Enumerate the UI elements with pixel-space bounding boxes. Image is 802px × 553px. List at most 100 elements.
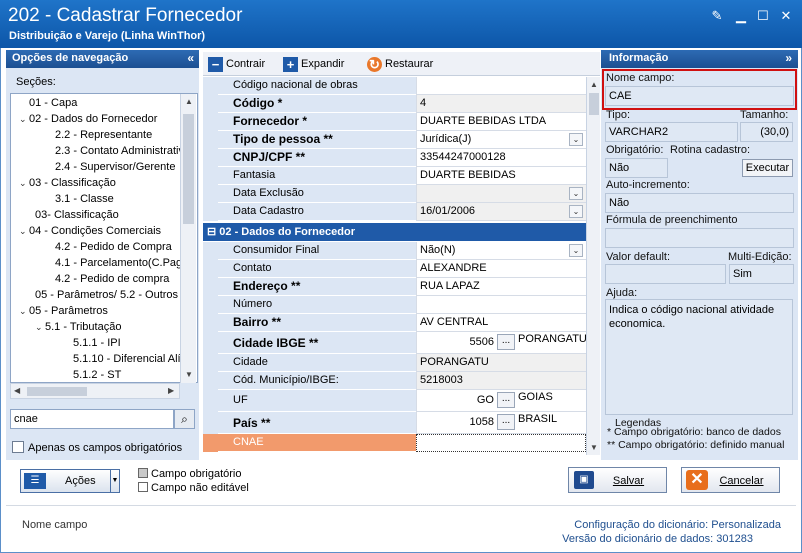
scroll-left-icon[interactable]: ◀: [14, 386, 20, 395]
collapse-panel-icon[interactable]: «: [187, 51, 194, 65]
only-required-checkbox[interactable]: Apenas os campos obrigatórios: [12, 441, 182, 454]
scroll-up-icon[interactable]: ▲: [185, 97, 193, 106]
restore-button[interactable]: ↻ Restaurar: [367, 56, 433, 72]
chevron-down-icon[interactable]: ⌄: [569, 133, 583, 146]
expand-button[interactable]: + Expandir: [283, 56, 344, 72]
scroll-right-icon[interactable]: ▶: [168, 386, 174, 395]
lookup-button[interactable]: ...: [497, 414, 515, 430]
window-subtitle: Distribuição e Varejo (Linha WinThor): [9, 30, 206, 42]
tree-item[interactable]: 5.1.1 - IPI: [63, 335, 121, 351]
minimize-icon[interactable]: ▁: [733, 8, 749, 24]
tree-item[interactable]: 05 - Parâmetros/ 5.2 - Outros: [25, 287, 178, 303]
grid-row[interactable]: Data Cadastro 16/01/2006 ⌄: [203, 203, 586, 221]
grid-row[interactable]: UF GO ... GOIAS: [203, 390, 586, 412]
close-icon[interactable]: ✕: [778, 8, 794, 24]
city-ibge-field[interactable]: 5506 ... PORANGATU: [416, 332, 586, 354]
grid-row-selected[interactable]: CNAE: [203, 434, 586, 452]
search-icon[interactable]: ⌕: [174, 409, 195, 429]
autoincrement-value: Não: [605, 193, 794, 213]
tree-horizontal-scrollbar[interactable]: ◀ ▶: [10, 383, 180, 399]
grid-row[interactable]: Consumidor Final Não(N) ⌄: [203, 242, 586, 260]
autoincrement-label: Auto-incremento:: [606, 179, 690, 191]
tree-item[interactable]: ⌄ 03 - Classificação: [19, 175, 116, 191]
expand-toggle-icon[interactable]: ⌄: [19, 175, 29, 191]
register-date-field[interactable]: 16/01/2006 ⌄: [416, 203, 586, 221]
scroll-up-icon[interactable]: ▲: [590, 80, 598, 89]
property-grid: Código nacional de obras Código * 4 Forne…: [203, 77, 586, 455]
sections-tree[interactable]: 01 - Capa ⌄ 02 - Dados do Fornecedor 2.2 …: [10, 93, 198, 383]
scroll-thumb[interactable]: [183, 114, 194, 224]
edit-window-icon[interactable]: ✎: [709, 8, 725, 24]
collapse-button[interactable]: − Contrair: [208, 56, 265, 72]
tree-item[interactable]: 2.3 - Contato Administrativ: [45, 143, 184, 159]
tree-item[interactable]: 4.2 - Pedido de compra: [45, 271, 169, 287]
grid-row[interactable]: Fornecedor * DUARTE BEBIDAS LTDA: [203, 113, 586, 131]
grid-row[interactable]: Fantasia DUARTE BEBIDAS: [203, 167, 586, 185]
grid-row[interactable]: Data Exclusão ⌄: [203, 185, 586, 203]
chevron-down-icon[interactable]: ⌄: [569, 187, 583, 200]
grid-row[interactable]: Cód. Município/IBGE: 5218003: [203, 372, 586, 390]
chevron-down-icon[interactable]: ▼: [110, 470, 119, 492]
tree-item[interactable]: 2.4 - Supervisor/Gerente: [45, 159, 175, 175]
grid-row[interactable]: Tipo de pessoa ** Jurídica(J) ⌄: [203, 131, 586, 149]
expand-panel-icon[interactable]: »: [785, 51, 792, 65]
collapse-section-icon[interactable]: ⊟: [207, 226, 216, 238]
grid-row[interactable]: Endereço ** RUA LAPAZ: [203, 278, 586, 296]
chevron-down-icon[interactable]: ⌄: [569, 244, 583, 257]
tree-item[interactable]: ⌄ 04 - Condições Comerciais: [19, 223, 161, 239]
formula-label: Fórmula de preenchimento: [606, 214, 738, 226]
info-header: Informação »: [601, 50, 798, 68]
expand-toggle-icon[interactable]: ⌄: [19, 111, 29, 127]
actions-button[interactable]: ☰ Ações ▼: [20, 469, 120, 493]
grid-row[interactable]: Código nacional de obras: [203, 77, 586, 95]
grid-row[interactable]: CNPJ/CPF ** 33544247000128: [203, 149, 586, 167]
restore-icon: ↻: [367, 57, 382, 72]
execute-button[interactable]: Executar: [742, 159, 793, 177]
grid-vertical-scrollbar[interactable]: ▲ ▼: [586, 77, 600, 455]
uf-field[interactable]: GO ... GOIAS: [416, 390, 586, 412]
tree-item[interactable]: 01 - Capa: [19, 95, 77, 111]
tree-item[interactable]: 03- Classificação: [25, 207, 119, 223]
tree-item[interactable]: 4.2 - Pedido de Compra: [45, 239, 172, 255]
grid-row[interactable]: Cidade PORANGATU: [203, 354, 586, 372]
tree-item[interactable]: 3.1 - Classe: [45, 191, 114, 207]
tree-vertical-scrollbar[interactable]: ▲ ▼: [180, 94, 196, 383]
cnae-field[interactable]: [416, 434, 586, 452]
tree-item[interactable]: 2.2 - Representante: [45, 127, 152, 143]
expand-toggle-icon[interactable]: ⌄: [19, 303, 29, 319]
grid-row[interactable]: Código * 4: [203, 95, 586, 113]
tree-item[interactable]: ⌄ 02 - Dados do Fornecedor: [19, 111, 157, 127]
search-input[interactable]: cnae: [10, 409, 174, 429]
expand-toggle-icon[interactable]: ⌄: [19, 223, 29, 239]
maximize-icon[interactable]: ☐: [755, 8, 771, 24]
country-field[interactable]: 1058 ... BRASIL: [416, 412, 586, 434]
chevron-down-icon[interactable]: ⌄: [569, 205, 583, 218]
exclusion-date-field[interactable]: ⌄: [416, 185, 586, 203]
tree-item[interactable]: ⌄ 5.1 - Tributação: [35, 319, 121, 335]
lookup-button[interactable]: ...: [497, 334, 515, 350]
grid-row[interactable]: Cidade IBGE ** 5506 ... PORANGATU: [203, 332, 586, 354]
tree-item[interactable]: 5.1.2 - ST: [63, 367, 121, 382]
scroll-thumb[interactable]: [589, 93, 599, 115]
tree-item[interactable]: 4.1 - Parcelamento(C.Paga: [45, 255, 188, 271]
expand-toggle-icon[interactable]: ⌄: [35, 319, 45, 335]
scroll-thumb[interactable]: [27, 387, 87, 396]
cancel-button[interactable]: ✕ Cancelar: [681, 467, 780, 493]
tree-item[interactable]: ⌄ 05 - Parâmetros: [19, 303, 108, 319]
tree-item[interactable]: 5.1.10 - Diferencial Alí: [63, 351, 181, 367]
navigation-header-label: Opções de navegação: [12, 52, 129, 64]
routine-label: Rotina cadastro:: [670, 144, 751, 156]
section-header[interactable]: ⊟ 02 - Dados do Fornecedor: [203, 223, 586, 241]
save-button[interactable]: ▣ Salvar: [568, 467, 667, 493]
scroll-down-icon[interactable]: ▼: [185, 370, 193, 379]
lookup-button[interactable]: ...: [497, 392, 515, 408]
grid-row[interactable]: Contato ALEXANDRE: [203, 260, 586, 278]
person-type-select[interactable]: Jurídica(J) ⌄: [416, 131, 586, 149]
grid-row[interactable]: Bairro ** AV CENTRAL: [203, 314, 586, 332]
checkbox-box[interactable]: [12, 441, 24, 453]
grid-toolbar: − Contrair + Expandir ↻ Restaurar: [203, 52, 600, 76]
final-consumer-select[interactable]: Não(N) ⌄: [416, 242, 586, 260]
grid-row[interactable]: País ** 1058 ... BRASIL: [203, 412, 586, 434]
grid-row[interactable]: Número: [203, 296, 586, 314]
scroll-down-icon[interactable]: ▼: [590, 443, 598, 452]
